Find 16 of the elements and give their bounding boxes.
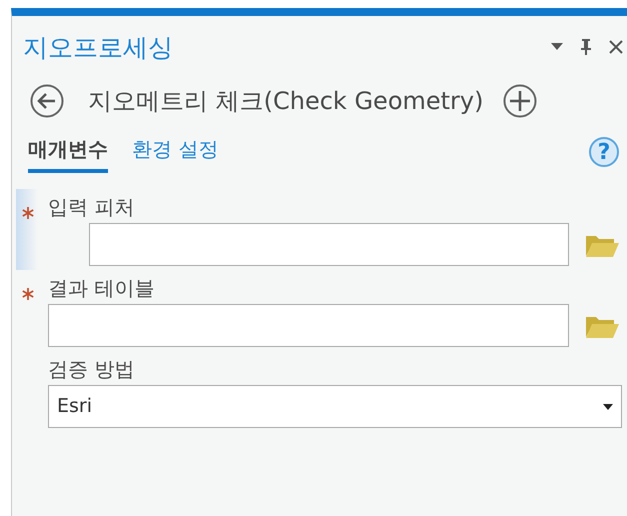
field-label: 입력 피처 (48, 195, 136, 219)
dropdown-icon[interactable] (551, 43, 563, 51)
field-label: 검증 방법 (48, 357, 136, 381)
input-field[interactable] (89, 223, 569, 266)
back-icon[interactable] (30, 84, 64, 118)
input-field[interactable] (48, 304, 569, 347)
tool-title: 지오메트리 체크(Check Geometry) (88, 86, 484, 117)
field-label: 결과 테이블 (48, 276, 156, 300)
dropdown-field[interactable]: Esri (48, 385, 622, 428)
close-icon[interactable] (609, 40, 623, 54)
pin-icon[interactable] (579, 38, 593, 56)
add-icon[interactable] (503, 84, 538, 118)
tab[interactable]: 매개변수 (28, 134, 108, 173)
tab[interactable]: 환경 설정 (132, 134, 218, 173)
caret-icon[interactable] (603, 404, 613, 410)
pane-title: 지오프로세싱 (23, 34, 173, 60)
